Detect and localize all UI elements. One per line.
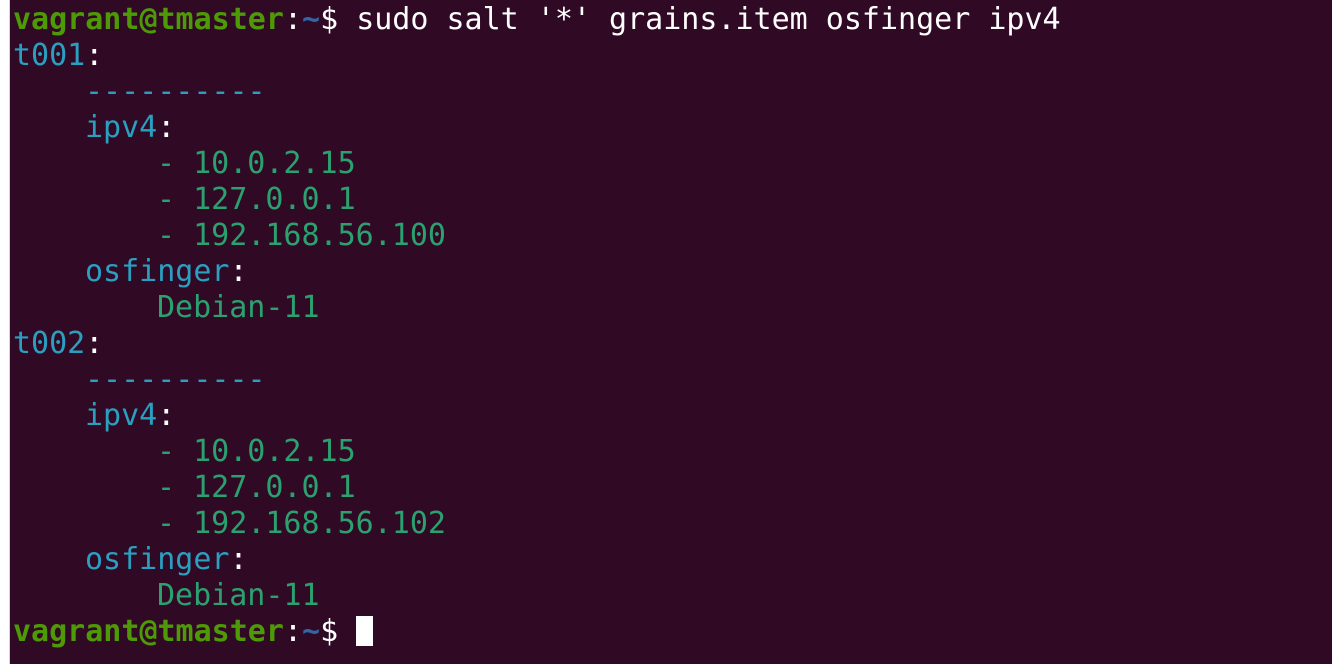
minion-id: t001 xyxy=(13,38,86,73)
window-edge xyxy=(0,0,10,664)
yaml-key-line: ipv4: xyxy=(85,110,176,145)
minion-id-line: t001: xyxy=(13,38,104,73)
ipv4-address: - 127.0.0.1 xyxy=(157,470,356,505)
prompt-symbol: $ xyxy=(320,614,357,649)
osfinger-key: osfinger xyxy=(85,542,230,577)
minion-id: t002 xyxy=(13,326,86,361)
prompt-user-host: vagrant@tmaster xyxy=(13,614,284,649)
terminal-window[interactable]: vagrant@tmaster:~$ sudo salt '*' grains.… xyxy=(10,0,1332,664)
prompt-colon: : xyxy=(283,2,302,37)
yaml-key-line: osfinger: xyxy=(85,542,248,577)
ipv4-address: - 192.168.56.100 xyxy=(157,218,446,253)
command-line: vagrant@tmaster:~$ sudo salt '*' grains.… xyxy=(13,2,1332,38)
ipv4-address: - 10.0.2.15 xyxy=(157,146,356,181)
osfinger-key: osfinger xyxy=(85,254,230,289)
osfinger-value: Debian-11 xyxy=(157,290,320,325)
osfinger-value: Debian-11 xyxy=(157,578,320,613)
active-prompt-line[interactable]: vagrant@tmaster:~$ xyxy=(13,614,1332,650)
command-text: sudo salt '*' grains.item osfinger ipv4 xyxy=(356,2,1061,37)
ipv4-address: - 127.0.0.1 xyxy=(157,182,356,217)
ipv4-key: ipv4 xyxy=(85,398,158,433)
yaml-separator: ---------- xyxy=(85,74,266,109)
text-cursor xyxy=(356,615,374,646)
yaml-separator: ---------- xyxy=(85,362,266,397)
ipv4-address: - 192.168.56.102 xyxy=(157,506,446,541)
minion-id-line: t002: xyxy=(13,326,104,361)
ipv4-key: ipv4 xyxy=(85,110,158,145)
prompt-symbol: $ xyxy=(320,2,357,37)
yaml-key-line: osfinger: xyxy=(85,254,248,289)
prompt-cwd: ~ xyxy=(302,614,321,649)
prompt-cwd: ~ xyxy=(302,2,321,37)
ipv4-address: - 10.0.2.15 xyxy=(157,434,356,469)
prompt-colon: : xyxy=(283,614,302,649)
prompt-user-host: vagrant@tmaster xyxy=(13,2,284,37)
yaml-key-line: ipv4: xyxy=(85,398,176,433)
